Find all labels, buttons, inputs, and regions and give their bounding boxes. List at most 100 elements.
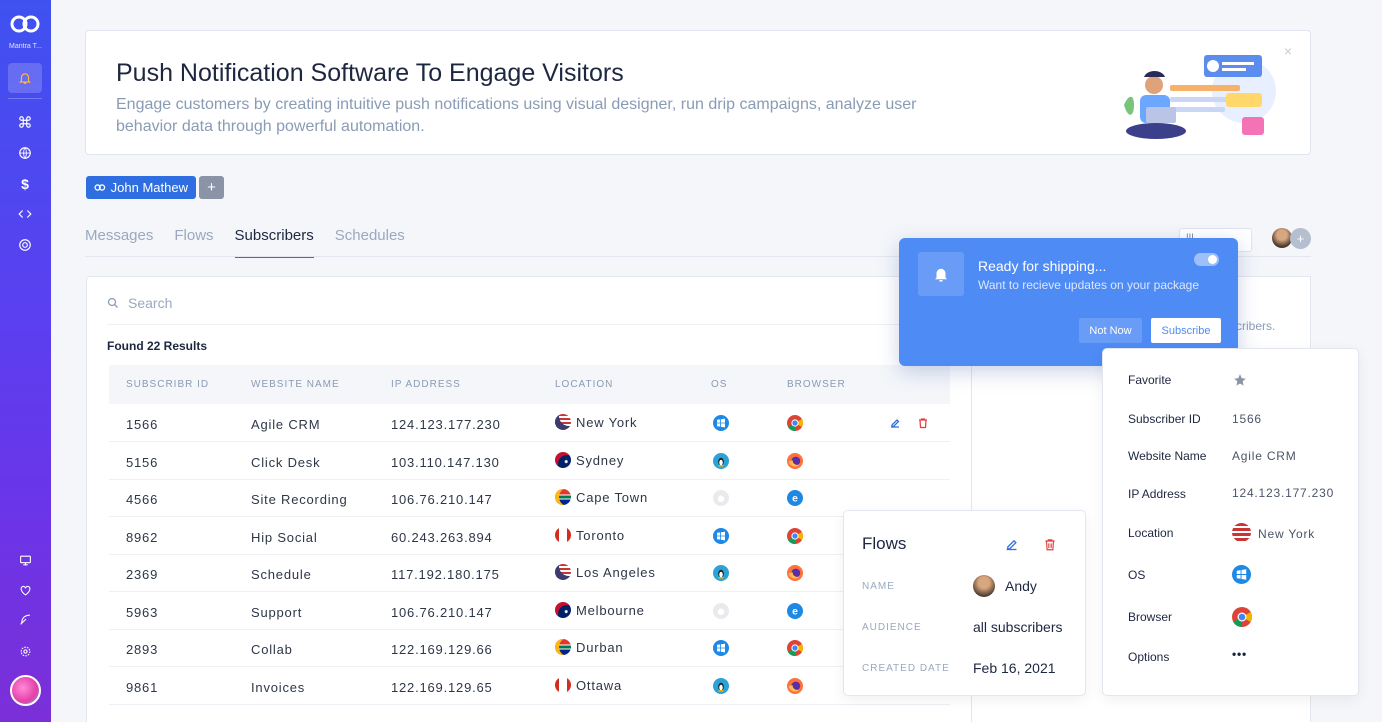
- column-header[interactable]: IP ADDRESS: [391, 379, 461, 390]
- sidebar-divider: [8, 98, 42, 99]
- flag-icon: [555, 527, 571, 543]
- flow-audience-label: AUDIENCE: [862, 622, 922, 633]
- subscriber-id-cell: 2893: [126, 642, 159, 657]
- project-selector[interactable]: John Mathew: [86, 176, 196, 199]
- notification-preview: Ready for shipping... Want to recieve up…: [899, 238, 1238, 366]
- flow-name-value: Andy: [1005, 578, 1037, 594]
- ip-address-cell: 60.243.263.894: [391, 530, 493, 545]
- promo-banner: Push Notification Software To Engage Vis…: [85, 30, 1311, 155]
- monitor-icon: [19, 555, 31, 565]
- ip-address-cell: 117.192.180.175: [391, 567, 500, 582]
- sidebar-item-notifications[interactable]: [8, 63, 42, 93]
- location-value: New York: [1258, 527, 1316, 541]
- location-cell: Los Angeles: [555, 564, 656, 580]
- add-member-button[interactable]: +: [1290, 228, 1311, 249]
- table-row[interactable]: 5156 Click Desk 103.110.147.130 Sydney: [109, 442, 950, 480]
- globe-icon: [19, 147, 31, 159]
- sidebar-item-favorites[interactable]: [8, 575, 42, 605]
- website-name-cell: Invoices: [251, 680, 306, 695]
- code-icon: [18, 210, 32, 218]
- location-text: Cape Town: [576, 490, 649, 505]
- sidebar-item-code[interactable]: [8, 199, 42, 229]
- tab-schedules[interactable]: Schedules: [335, 227, 405, 258]
- logo-icon[interactable]: [9, 14, 41, 34]
- sidebar-item-commands[interactable]: [8, 107, 42, 137]
- tab-messages[interactable]: Messages: [85, 227, 153, 258]
- notification-toggle[interactable]: [1194, 253, 1219, 266]
- firefox-icon: [787, 678, 803, 694]
- table-row[interactable]: 2369 Schedule 117.192.180.175 Los Angeles: [109, 554, 950, 592]
- banner-title: Push Notification Software To Engage Vis…: [116, 59, 624, 87]
- main-tabs: Messages Flows Subscribers Schedules: [85, 227, 426, 258]
- search-icon: [107, 297, 118, 308]
- user-avatar[interactable]: [10, 675, 41, 706]
- website-name-label: Website Name: [1128, 449, 1207, 463]
- website-name-cell: Collab: [251, 642, 293, 657]
- notification-subtitle: Want to recieve updates on your package: [978, 278, 1200, 292]
- add-project-button[interactable]: +: [199, 176, 224, 199]
- ip-address-cell: 122.169.129.66: [391, 642, 493, 657]
- tab-subscribers[interactable]: Subscribers: [234, 227, 314, 258]
- location-cell: Toronto: [555, 527, 625, 543]
- delete-icon[interactable]: [1043, 537, 1057, 552]
- edit-icon[interactable]: [1004, 537, 1019, 552]
- table-row[interactable]: 5963 Support 106.76.210.147 Melbourne e: [109, 592, 950, 630]
- sidebar-item-globe[interactable]: [8, 138, 42, 168]
- header-avatar[interactable]: [1272, 228, 1292, 248]
- location-text: Melbourne: [576, 603, 645, 618]
- flow-owner-avatar: [973, 575, 995, 597]
- column-header[interactable]: LOCATION: [555, 379, 613, 390]
- sidebar-item-feather[interactable]: [8, 604, 42, 634]
- apple-icon: [713, 603, 729, 619]
- column-header[interactable]: OS: [711, 379, 727, 390]
- star-icon[interactable]: [1233, 373, 1247, 387]
- not-now-button[interactable]: Not Now: [1079, 318, 1142, 343]
- website-name-cell: Agile CRM: [251, 417, 321, 432]
- notification-bell: [918, 252, 964, 296]
- ip-address-value: 124.123.177.230: [1232, 486, 1335, 500]
- settings-icon: [20, 646, 30, 656]
- brand-name: Mantra T...: [9, 43, 42, 50]
- subscriber-id-label: Subscriber ID: [1128, 412, 1201, 426]
- linux-icon: [713, 565, 729, 581]
- column-header[interactable]: BROWSER: [787, 379, 846, 390]
- sidebar-item-monitor[interactable]: [8, 545, 42, 575]
- windows-icon: [713, 415, 729, 431]
- apple-icon: [713, 490, 729, 506]
- table-row[interactable]: 1566 Agile CRM 124.123.177.230 New York: [109, 404, 950, 442]
- firefox-icon: [787, 565, 803, 581]
- location-cell: Ottawa: [555, 677, 622, 693]
- sidebar-item-aperture[interactable]: [8, 230, 42, 260]
- ip-address-cell: 103.110.147.130: [391, 455, 500, 470]
- column-header[interactable]: WEBSITE NAME: [251, 379, 340, 390]
- subscriber-id-cell: 2369: [126, 567, 159, 582]
- ip-address-label: IP Address: [1128, 487, 1186, 501]
- banner-close-icon[interactable]: ×: [1284, 43, 1292, 59]
- table-row[interactable]: 8962 Hip Social 60.243.263.894 Toronto: [109, 517, 950, 555]
- table-row[interactable]: 4566 Site Recording 106.76.210.147 Cape Tow…: [109, 479, 950, 517]
- bell-icon: [18, 73, 32, 84]
- subscribe-button[interactable]: Subscribe: [1151, 318, 1221, 343]
- location-text: Durban: [576, 640, 624, 655]
- sidebar-item-settings[interactable]: [8, 636, 42, 666]
- table-header: SUBSCRIBR ID WEBSITE NAME IP ADDRESS LOC…: [109, 365, 950, 404]
- svg-text:e: e: [792, 607, 798, 618]
- linux-icon: [713, 453, 729, 469]
- options-menu-icon[interactable]: •••: [1232, 647, 1247, 661]
- flag-icon: [555, 564, 571, 580]
- chrome-icon: [787, 415, 804, 432]
- tab-flows[interactable]: Flows: [174, 227, 213, 258]
- website-name-cell: Site Recording: [251, 492, 348, 507]
- search-input[interactable]: Search: [128, 295, 172, 311]
- delete-icon[interactable]: [917, 417, 929, 429]
- bell-icon: [935, 268, 947, 282]
- table-row[interactable]: 2893 Collab 122.169.129.66 Durban: [109, 629, 950, 667]
- edit-icon[interactable]: [889, 417, 901, 429]
- results-count: Found 22 Results: [107, 339, 208, 353]
- sidebar-item-billing[interactable]: $: [8, 169, 42, 199]
- column-header[interactable]: SUBSCRIBR ID: [126, 379, 209, 390]
- table-row[interactable]: 9861 Invoices 122.169.129.65 Ottawa: [109, 667, 950, 705]
- subscribers-card: Search Found 22 Results SUBSCRIBR ID WEB…: [86, 276, 972, 722]
- location-text: Los Angeles: [576, 565, 656, 580]
- search-bar[interactable]: Search: [107, 295, 172, 311]
